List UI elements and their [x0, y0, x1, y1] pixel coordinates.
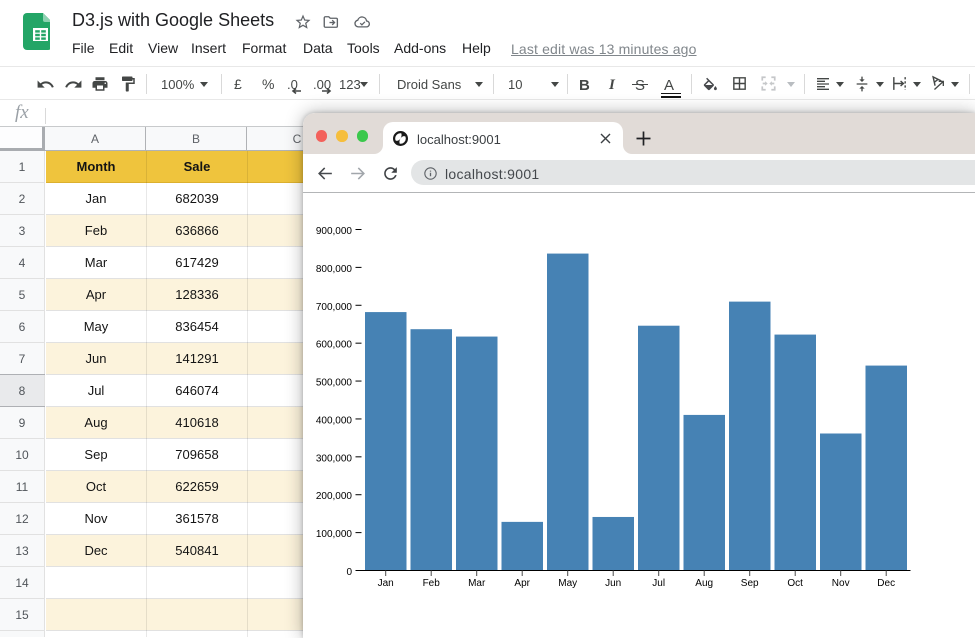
svg-text:Jun: Jun: [605, 578, 621, 589]
svg-text:Mar: Mar: [468, 578, 486, 589]
svg-text:Sep: Sep: [741, 578, 759, 589]
svg-text:100,000: 100,000: [316, 529, 353, 540]
svg-text:500,000: 500,000: [316, 378, 353, 389]
svg-text:Nov: Nov: [832, 578, 850, 589]
svg-text:800,000: 800,000: [316, 264, 353, 275]
svg-text:May: May: [558, 578, 577, 589]
svg-text:Feb: Feb: [423, 578, 441, 589]
svg-text:Dec: Dec: [877, 578, 895, 589]
svg-text:Jul: Jul: [652, 578, 665, 589]
svg-text:700,000: 700,000: [316, 302, 353, 313]
svg-text:900,000: 900,000: [316, 226, 353, 237]
svg-text:300,000: 300,000: [316, 453, 353, 464]
svg-text:Oct: Oct: [787, 578, 803, 589]
svg-text:Jan: Jan: [378, 578, 394, 589]
svg-text:Aug: Aug: [695, 578, 713, 589]
svg-text:Apr: Apr: [514, 578, 530, 589]
svg-text:0: 0: [346, 567, 352, 578]
svg-text:400,000: 400,000: [316, 415, 353, 426]
svg-text:200,000: 200,000: [316, 491, 353, 502]
svg-text:600,000: 600,000: [316, 340, 353, 351]
